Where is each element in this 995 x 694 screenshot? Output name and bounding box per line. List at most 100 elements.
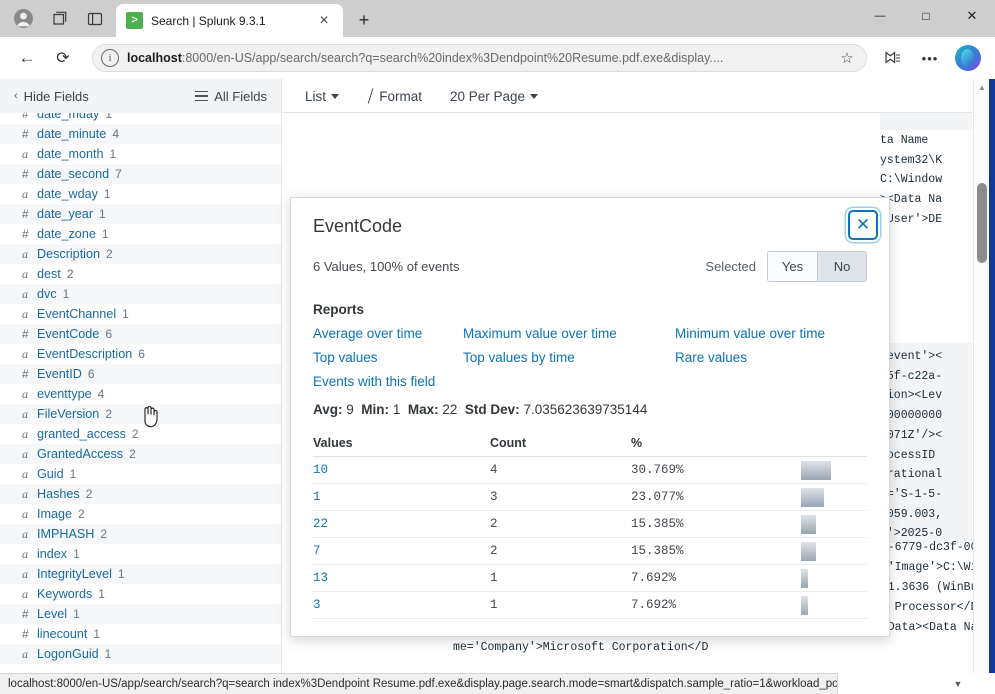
copilot-icon[interactable] bbox=[951, 43, 985, 73]
field-name[interactable]: Guid bbox=[37, 467, 64, 481]
field-name[interactable]: EventCode bbox=[37, 327, 99, 341]
cell-value[interactable]: 22 bbox=[313, 517, 490, 531]
field-name[interactable]: date_month bbox=[37, 147, 104, 161]
selected-no-button[interactable]: No bbox=[817, 252, 866, 281]
close-window-button[interactable]: ✕ bbox=[949, 0, 995, 31]
field-name[interactable]: date_zone bbox=[37, 227, 96, 241]
workspaces-icon[interactable] bbox=[42, 4, 76, 34]
field-name[interactable]: Keywords bbox=[37, 587, 92, 601]
cell-value[interactable]: 3 bbox=[313, 598, 490, 612]
table-row[interactable]: 3 1 7.692% bbox=[313, 592, 867, 619]
field-name[interactable]: eventtype bbox=[37, 387, 92, 401]
format-button[interactable]: ╱ Format bbox=[366, 88, 422, 103]
favorites-icon[interactable]: ☆ bbox=[834, 45, 860, 71]
field-row[interactable]: a eventtype 4 bbox=[0, 384, 281, 404]
close-icon[interactable]: ✕ bbox=[848, 210, 878, 240]
report-link[interactable]: Top values bbox=[313, 350, 463, 365]
per-page-dropdown[interactable]: 20 Per Page bbox=[450, 89, 539, 104]
field-name[interactable]: IMPHASH bbox=[37, 527, 94, 541]
table-row[interactable]: 13 1 7.692% bbox=[313, 565, 867, 592]
field-row[interactable]: a EventDescription 6 bbox=[0, 344, 281, 364]
table-row[interactable]: 1 3 23.077% bbox=[313, 484, 867, 511]
field-row[interactable]: a IntegrityLevel 1 bbox=[0, 564, 281, 584]
field-row[interactable]: a date_wday 1 bbox=[0, 184, 281, 204]
report-link[interactable]: Maximum value over time bbox=[463, 326, 675, 341]
field-row[interactable]: a FileVersion 2 bbox=[0, 404, 281, 424]
new-tab-button[interactable]: + bbox=[349, 5, 379, 35]
field-name[interactable]: FileVersion bbox=[37, 407, 99, 421]
profile-icon[interactable] bbox=[6, 4, 40, 34]
field-name[interactable]: Level bbox=[37, 607, 67, 621]
cell-value[interactable]: 10 bbox=[313, 463, 490, 477]
field-name[interactable]: EventDescription bbox=[37, 347, 132, 361]
field-name[interactable]: Hashes bbox=[37, 487, 80, 501]
field-row[interactable]: a Guid 1 bbox=[0, 464, 281, 484]
site-info-icon[interactable]: i bbox=[101, 49, 119, 67]
field-row[interactable]: a GrantedAccess 2 bbox=[0, 444, 281, 464]
field-row[interactable]: a granted_access 2 bbox=[0, 424, 281, 444]
minimize-button[interactable]: — bbox=[857, 0, 903, 31]
field-name[interactable]: EventID bbox=[37, 367, 82, 381]
report-link[interactable]: Minimum value over time bbox=[675, 326, 867, 341]
scroll-up-icon[interactable]: ▲ bbox=[974, 79, 990, 95]
field-row[interactable]: # date_mday 1 bbox=[0, 113, 281, 124]
field-row[interactable]: a date_month 1 bbox=[0, 144, 281, 164]
hide-fields-button[interactable]: ‹ Hide Fields bbox=[14, 89, 89, 104]
browser-tab[interactable]: > Search | Splunk 9.3.1 × bbox=[116, 4, 343, 37]
field-row[interactable]: # date_second 7 bbox=[0, 164, 281, 184]
field-row[interactable]: # EventID 6 bbox=[0, 364, 281, 384]
field-name[interactable]: date_minute bbox=[37, 127, 106, 141]
field-row[interactable]: a dest 2 bbox=[0, 264, 281, 284]
report-link[interactable]: Top values by time bbox=[463, 350, 675, 365]
address-bar[interactable]: i localhost:8000/en-US/app/search/search… bbox=[92, 44, 867, 72]
field-row[interactable]: a Keywords 1 bbox=[0, 584, 281, 604]
field-row[interactable]: a Description 2 bbox=[0, 244, 281, 264]
field-name[interactable]: dvc bbox=[37, 287, 57, 301]
field-row[interactable]: # date_zone 1 bbox=[0, 224, 281, 244]
field-name[interactable]: date_second bbox=[37, 167, 109, 181]
field-row[interactable]: # linecount 1 bbox=[0, 624, 281, 644]
field-row[interactable]: a dvc 1 bbox=[0, 284, 281, 304]
fields-sidebar[interactable]: # date_mday 1 # date_minute 4 a date_month 1 # dat… bbox=[0, 113, 282, 673]
combo-arrow-icon[interactable]: ▼ bbox=[943, 673, 973, 694]
field-name[interactable]: IntegrityLevel bbox=[37, 567, 112, 581]
field-name[interactable]: date_year bbox=[37, 207, 93, 221]
field-name[interactable]: Image bbox=[37, 507, 72, 521]
field-name[interactable]: date_wday bbox=[37, 187, 98, 201]
field-row[interactable]: # Level 1 bbox=[0, 604, 281, 624]
field-name[interactable]: EventChannel bbox=[37, 307, 116, 321]
list-view-dropdown[interactable]: List bbox=[305, 89, 340, 104]
maximize-button[interactable]: □ bbox=[903, 0, 949, 31]
table-row[interactable]: 22 2 15.385% bbox=[313, 511, 867, 538]
all-fields-button[interactable]: All Fields bbox=[195, 89, 267, 104]
field-row[interactable]: a Hashes 2 bbox=[0, 484, 281, 504]
field-row[interactable]: # date_minute 4 bbox=[0, 124, 281, 144]
report-link[interactable]: Average over time bbox=[313, 326, 463, 341]
field-name[interactable]: index bbox=[37, 547, 67, 561]
field-name[interactable]: date_mday bbox=[37, 113, 99, 121]
field-name[interactable]: granted_access bbox=[37, 427, 126, 441]
field-row[interactable]: a IMPHASH 2 bbox=[0, 524, 281, 544]
cell-value[interactable]: 13 bbox=[313, 571, 490, 585]
scrollbar-thumb[interactable] bbox=[977, 183, 987, 263]
tab-close-icon[interactable]: × bbox=[313, 10, 335, 32]
selected-yes-button[interactable]: Yes bbox=[768, 252, 817, 281]
table-row[interactable]: 7 2 15.385% bbox=[313, 538, 867, 565]
field-name[interactable]: Description bbox=[37, 247, 100, 261]
field-row[interactable]: a index 1 bbox=[0, 544, 281, 564]
tab-actions-icon[interactable] bbox=[78, 4, 112, 34]
report-link[interactable]: Rare values bbox=[675, 350, 867, 365]
page-scrollbar[interactable]: ▲ ▼ bbox=[973, 79, 989, 694]
cell-value[interactable]: 1 bbox=[313, 490, 490, 504]
field-name[interactable]: LogonGuid bbox=[37, 647, 99, 661]
field-row[interactable]: a EventChannel 1 bbox=[0, 304, 281, 324]
field-name[interactable]: dest bbox=[37, 267, 61, 281]
field-name[interactable]: linecount bbox=[37, 627, 87, 641]
field-row[interactable]: a Image 2 bbox=[0, 504, 281, 524]
reload-icon[interactable]: ⟳ bbox=[46, 43, 80, 73]
more-options-icon[interactable]: ••• bbox=[913, 43, 947, 73]
field-row[interactable]: # date_year 1 bbox=[0, 204, 281, 224]
table-row[interactable]: 10 4 30.769% bbox=[313, 457, 867, 484]
report-link[interactable]: Events with this field bbox=[313, 374, 463, 389]
field-name[interactable]: GrantedAccess bbox=[37, 447, 123, 461]
